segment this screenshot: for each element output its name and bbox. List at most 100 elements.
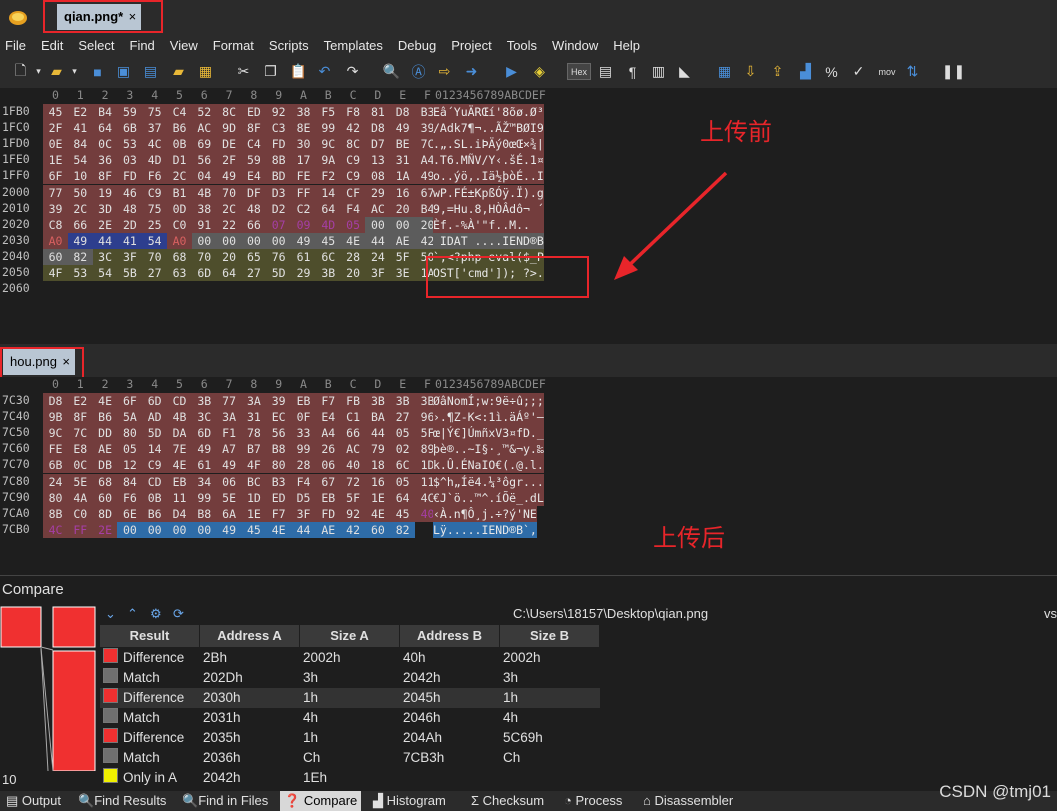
hex-byte[interactable]: 77 (43, 184, 68, 201)
tab-hou-png[interactable]: hou.png × (3, 349, 75, 375)
hex-byte[interactable]: 3F (291, 505, 316, 522)
hex-byte[interactable]: FD (266, 136, 292, 153)
table-row[interactable]: Difference 2Bh 2002h 40h 2002h (100, 648, 600, 668)
tab-checksum[interactable]: Σ Checksum (471, 793, 544, 808)
hex-byte[interactable]: F7 (315, 393, 341, 409)
open-multiple-icon[interactable]: ▦ (197, 63, 214, 80)
refresh-icon[interactable]: ⟳ (173, 606, 184, 622)
chevron-down-icon[interactable]: ▾ (66, 63, 83, 80)
hex-byte[interactable]: 66 (67, 216, 93, 233)
hex-byte[interactable]: 64 (92, 120, 118, 137)
tab-disassembler[interactable]: ⌂ Disassembler (643, 793, 733, 808)
hex-byte[interactable]: 3B (390, 393, 416, 409)
hex-byte[interactable]: 2C (67, 200, 93, 217)
hex-byte[interactable]: F4 (291, 473, 316, 490)
hex-byte[interactable]: 44 (365, 232, 391, 249)
hex-byte[interactable]: 9A (315, 152, 341, 169)
hex-byte[interactable]: 9B (43, 409, 68, 426)
table-row[interactable]: Difference 2030h 1h 2045h 1h (100, 688, 600, 708)
hex-byte[interactable]: 64 (216, 265, 242, 281)
hex-byte[interactable]: 44 (365, 425, 391, 442)
hex-byte[interactable]: DD (92, 425, 118, 442)
hex-byte[interactable]: 70 (142, 248, 168, 265)
hex-byte[interactable]: 8E (291, 120, 316, 137)
hex-byte[interactable]: 27 (390, 409, 416, 426)
hex-byte[interactable]: 06 (315, 457, 341, 474)
hex-byte[interactable]: 75 (142, 200, 168, 217)
folder-icon[interactable]: ▰ (170, 63, 187, 80)
hex-byte[interactable]: 6F (117, 393, 143, 409)
ascii-row[interactable]: $^h„Íë4.¼³ôgr... (433, 473, 544, 490)
hex-byte[interactable]: 41 (67, 120, 93, 137)
hex-byte[interactable]: 6C (315, 248, 341, 265)
hex-byte[interactable]: 04 (191, 168, 217, 185)
hex-byte[interactable]: 38 (191, 200, 217, 217)
hex-byte[interactable]: D4 (167, 505, 192, 522)
hex-byte[interactable]: BE (390, 136, 416, 153)
hex-byte[interactable]: 0C (67, 457, 93, 474)
hex-byte[interactable]: 49 (390, 120, 416, 137)
hex-byte[interactable]: 92 (340, 505, 366, 522)
hex-byte[interactable]: 79 (365, 441, 391, 458)
hex-byte[interactable]: 5D (142, 425, 168, 442)
hex-byte[interactable]: 4D (315, 216, 341, 233)
ascii-row[interactable]: .„.SL.iÞÄý0œŒ×¾| (433, 136, 544, 153)
hex-byte[interactable]: 7E (167, 441, 192, 458)
hex-byte[interactable]: F4 (340, 200, 366, 217)
ascii-row[interactable]: OST['cmd']); ?>. (433, 265, 544, 281)
hex-byte[interactable]: 4B (167, 409, 192, 426)
hex-byte[interactable]: D8 (390, 104, 416, 120)
calculator-icon[interactable]: ▦ (716, 63, 733, 80)
hex-byte[interactable]: 17 (291, 152, 316, 169)
hex-byte[interactable]: 77 (216, 393, 242, 409)
hex-byte[interactable]: 91 (191, 216, 217, 233)
column-header-size-a[interactable]: Size A (300, 625, 400, 647)
hex-byte[interactable]: 66 (241, 216, 267, 233)
hex-byte[interactable]: 6C (390, 457, 416, 474)
hex-byte[interactable]: 2C (167, 168, 192, 185)
tab-output[interactable]: ▤ Output (6, 793, 61, 809)
hex-byte[interactable]: F8 (340, 104, 366, 120)
hex-byte[interactable]: 76 (266, 248, 292, 265)
hex-byte[interactable]: B6 (92, 409, 118, 426)
hex-byte[interactable]: 54 (67, 152, 93, 169)
hex-byte[interactable]: FD (117, 168, 143, 185)
hex-byte[interactable]: 56 (266, 425, 292, 442)
hex-byte[interactable]: 3B (365, 393, 391, 409)
hex-byte[interactable]: 45 (241, 521, 267, 538)
hex-byte[interactable]: 52 (191, 104, 217, 120)
hex-byte[interactable]: 09 (291, 216, 316, 233)
hex-byte[interactable]: 80 (43, 489, 68, 506)
ascii-row[interactable]: wP.FÉ±KpßÓÿ.Ï).g (433, 184, 544, 201)
hex-byte[interactable]: 2D (117, 216, 143, 233)
table-row[interactable]: Match 202Dh 3h 2042h 3h (100, 668, 600, 688)
hex-byte[interactable]: 48 (241, 200, 267, 217)
hex-byte[interactable]: 2E (92, 521, 118, 538)
hex-byte[interactable]: 68 (167, 248, 192, 265)
menu-project[interactable]: Project (451, 38, 491, 53)
hex-byte[interactable]: 8C (340, 136, 366, 153)
hex-byte[interactable]: 64 (390, 489, 416, 506)
hex-byte[interactable]: 69 (191, 136, 217, 153)
ascii-row[interactable]: þè®..~I§·¸™&¬y.‰ (433, 441, 544, 458)
hex-byte[interactable]: 49 (291, 232, 316, 249)
hex-byte[interactable]: F7 (266, 505, 292, 522)
ascii-row[interactable]: œ|Ý€]ÚmñxV3¤fD._ (433, 425, 544, 442)
hex-byte[interactable]: F5 (315, 104, 341, 120)
hex-byte[interactable]: 00 (191, 521, 217, 538)
hex-byte[interactable]: 13 (365, 152, 391, 169)
hex-byte[interactable]: 1D (241, 489, 267, 506)
hex-byte[interactable]: 4F (241, 457, 267, 474)
hex-byte[interactable]: 31 (390, 152, 416, 169)
hex-byte[interactable]: B8 (266, 441, 292, 458)
hex-byte[interactable]: B4 (92, 104, 118, 120)
hex-byte[interactable]: 00 (117, 521, 143, 538)
hex-byte[interactable]: 38 (291, 104, 316, 120)
hex-byte[interactable]: 5B (117, 265, 143, 281)
hex-byte[interactable]: 05 (390, 473, 416, 490)
hex-byte[interactable]: AE (92, 441, 118, 458)
hex-byte[interactable]: 8F (92, 168, 118, 185)
hex-byte[interactable]: D5 (291, 489, 316, 506)
hex-byte[interactable]: AE (315, 521, 341, 538)
hex-byte[interactable]: 05 (117, 441, 143, 458)
